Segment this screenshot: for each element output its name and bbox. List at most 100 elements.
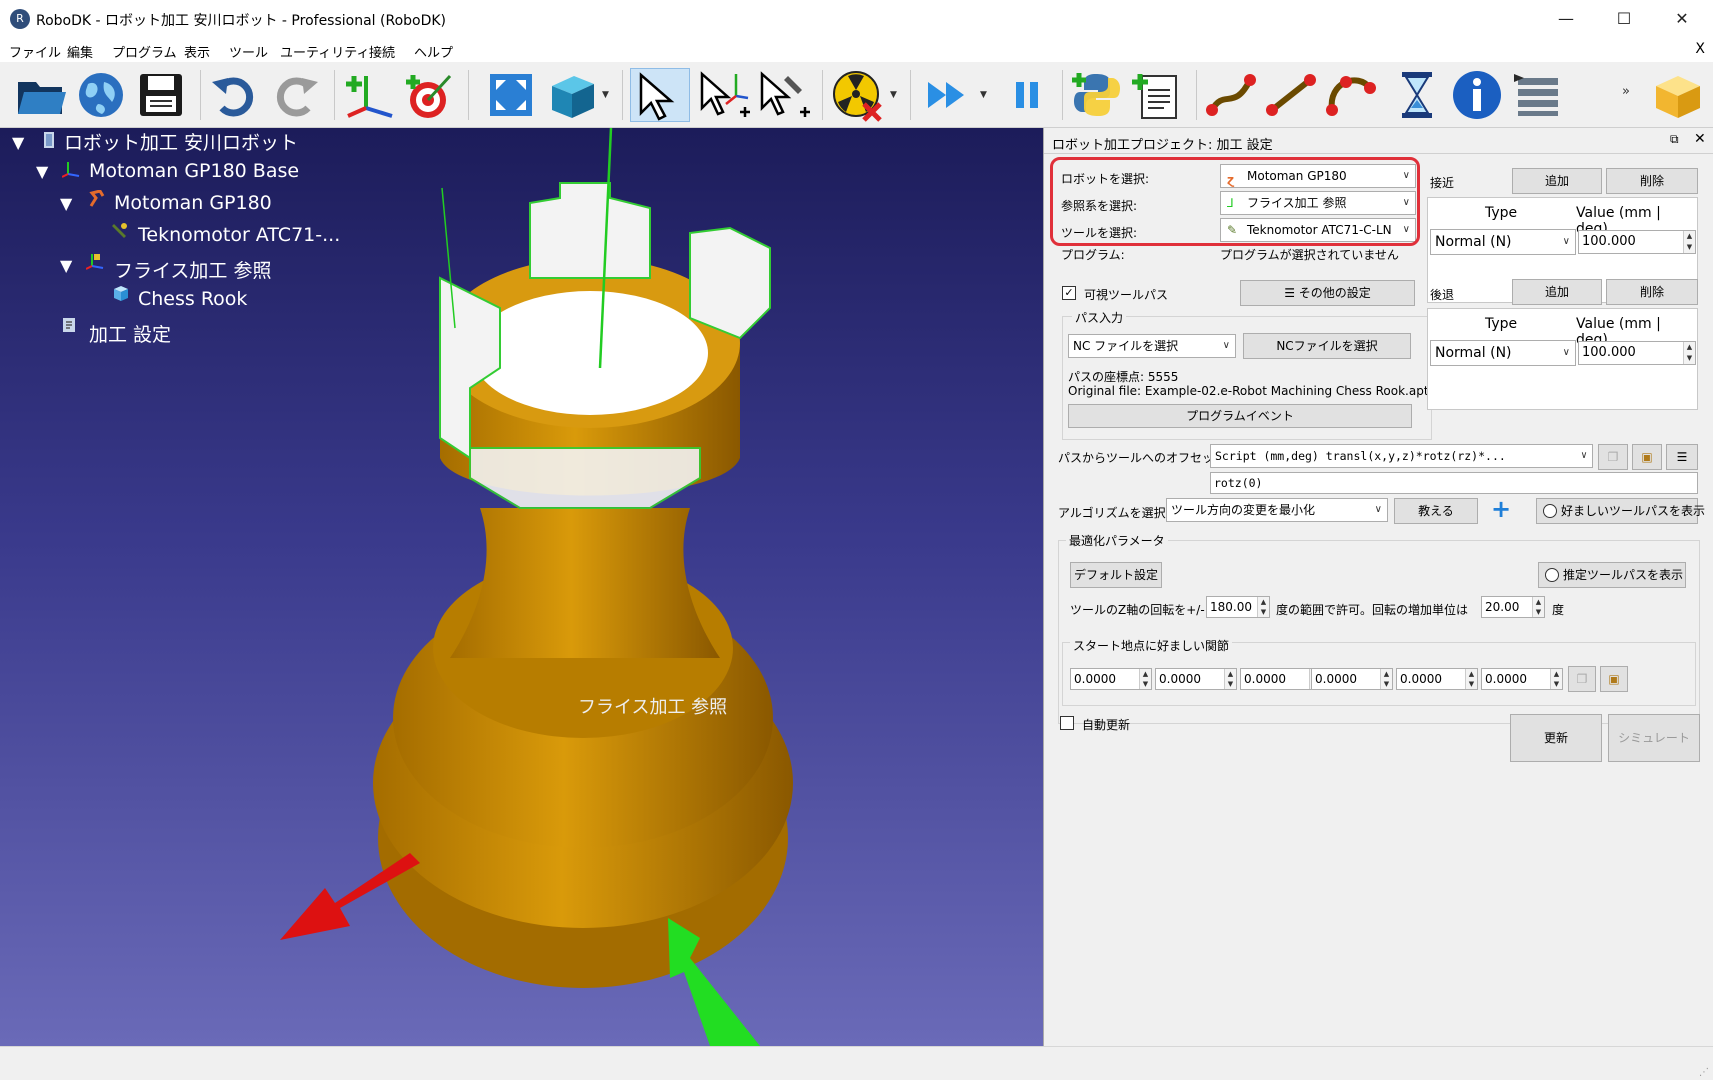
- maximize-button[interactable]: ☐: [1595, 0, 1653, 38]
- tree-expand-icon[interactable]: ▼: [60, 256, 72, 275]
- spin-buttons-icon[interactable]: ▲▼: [1380, 669, 1392, 689]
- simulate-button[interactable]: シミュレート: [1608, 714, 1700, 762]
- menu-utilities[interactable]: ユーティリティ: [280, 42, 369, 61]
- run-icon[interactable]: [920, 68, 974, 122]
- program-list-icon[interactable]: [1510, 68, 1564, 122]
- menu-help[interactable]: ヘルプ: [414, 42, 453, 61]
- joint-move-icon[interactable]: [1204, 68, 1258, 122]
- nc-file-select[interactable]: NC ファイルを選択 ∨: [1068, 334, 1236, 358]
- approach-delete-button[interactable]: 削除: [1606, 168, 1698, 194]
- retract-type-select[interactable]: Normal (N) ∨: [1430, 340, 1576, 366]
- menu-connect[interactable]: 接続: [369, 42, 395, 61]
- spin-buttons-icon[interactable]: ▲▼: [1139, 669, 1151, 689]
- resize-grip-icon[interactable]: ⋰: [1699, 1067, 1709, 1078]
- approach-value-input[interactable]: 100.000 ▲ ▼: [1578, 230, 1696, 254]
- view-box-icon[interactable]: [544, 68, 598, 122]
- move-tool-icon[interactable]: [756, 68, 810, 122]
- tree-item-object[interactable]: Chess Rook: [138, 288, 247, 310]
- spin-buttons-icon[interactable]: ▲▼: [1465, 669, 1477, 689]
- visible-toolpath-checkbox[interactable]: ✓: [1062, 286, 1076, 300]
- save-icon[interactable]: [134, 68, 188, 122]
- linear-move-icon[interactable]: [1264, 68, 1318, 122]
- joint-5-input[interactable]: 0.0000 ▲ ▼: [1396, 668, 1478, 690]
- other-settings-button[interactable]: ☰ その他の設定: [1240, 280, 1415, 306]
- tree-item-project[interactable]: 加工 設定: [89, 320, 171, 347]
- paste-offset-button[interactable]: ▣: [1632, 444, 1662, 470]
- joint-4-input[interactable]: 0.0000 ▲ ▼: [1311, 668, 1393, 690]
- tree-expand-icon[interactable]: ▼: [36, 162, 48, 181]
- algorithm-select[interactable]: ツール方向の変更を最小化 ∨: [1166, 498, 1388, 522]
- add-program-icon[interactable]: [1130, 68, 1184, 122]
- show-estimated-toolpath-button[interactable]: 推定ツールパスを表示: [1538, 562, 1686, 588]
- menu-program[interactable]: プログラム: [112, 42, 177, 61]
- tree-item-base[interactable]: Motoman GP180 Base: [89, 160, 299, 182]
- globe-icon[interactable]: [74, 68, 128, 122]
- joint-2-input[interactable]: 0.0000 ▲ ▼: [1155, 668, 1237, 690]
- copy-joints-button[interactable]: ❐: [1568, 666, 1596, 692]
- joint-6-input[interactable]: 0.0000 ▲ ▼: [1481, 668, 1563, 690]
- add-target-icon[interactable]: [402, 68, 456, 122]
- package-icon[interactable]: [1650, 68, 1704, 122]
- select-nc-file-button[interactable]: NCファイルを選択: [1243, 333, 1411, 359]
- program-events-button[interactable]: プログラムイベント: [1068, 404, 1412, 428]
- paste-joints-button[interactable]: ▣: [1600, 666, 1628, 692]
- menu-tools[interactable]: ツール: [229, 42, 268, 61]
- add-reference-icon[interactable]: [342, 68, 396, 122]
- pause-hourglass-icon[interactable]: [1390, 68, 1444, 122]
- rotation-step-input[interactable]: 20.00 ▲ ▼: [1481, 596, 1545, 618]
- menu-edit[interactable]: 編集: [67, 42, 93, 61]
- joint-3-input[interactable]: 0.0000▲▼: [1240, 668, 1322, 690]
- retract-add-button[interactable]: 追加: [1512, 279, 1602, 305]
- circular-move-icon[interactable]: [1324, 68, 1378, 122]
- add-icon[interactable]: +: [1491, 495, 1511, 523]
- approach-type-select[interactable]: Normal (N) ∨: [1430, 229, 1576, 255]
- fit-all-icon[interactable]: [484, 68, 538, 122]
- open-icon[interactable]: [14, 68, 68, 122]
- spin-buttons-icon[interactable]: ▲▼: [1257, 597, 1269, 617]
- spin-buttons-icon[interactable]: ▲▼: [1532, 597, 1544, 617]
- rotation-range-input[interactable]: 180.00 ▲ ▼: [1206, 596, 1270, 618]
- auto-update-checkbox[interactable]: [1060, 716, 1074, 730]
- default-settings-button[interactable]: デフォルト設定: [1070, 562, 1162, 588]
- redo-icon[interactable]: [268, 68, 322, 122]
- tree-item-frame[interactable]: フライス加工 参照: [114, 256, 271, 283]
- joint-1-input[interactable]: 0.0000 ▲ ▼: [1070, 668, 1152, 690]
- select-button[interactable]: [630, 68, 690, 122]
- offset-input[interactable]: rotz(0): [1210, 472, 1698, 494]
- spin-buttons-icon[interactable]: ▲▼: [1550, 669, 1562, 689]
- run-dropdown-icon[interactable]: ▼: [980, 90, 987, 100]
- close-document-button[interactable]: X: [1695, 41, 1705, 57]
- spin-buttons-icon[interactable]: ▲▼: [1683, 231, 1695, 253]
- update-button[interactable]: 更新: [1510, 714, 1602, 762]
- tree-item-tool[interactable]: Teknomotor ATC71-...: [138, 224, 340, 246]
- collision-icon[interactable]: [830, 68, 884, 122]
- menu-file[interactable]: ファイル: [9, 42, 61, 61]
- teach-button[interactable]: 教える: [1394, 498, 1478, 524]
- show-preferred-toolpath-button[interactable]: 好ましいツールパスを表示: [1536, 498, 1705, 524]
- tree-expand-icon[interactable]: ▼: [12, 133, 24, 152]
- move-reference-icon[interactable]: [696, 68, 750, 122]
- toolbar-overflow-button[interactable]: »: [1622, 84, 1630, 99]
- collision-dropdown-icon[interactable]: ▼: [890, 90, 897, 100]
- tree-item-station[interactable]: ロボット加工 安川ロボット: [64, 128, 298, 155]
- approach-add-button[interactable]: 追加: [1512, 168, 1602, 194]
- minimize-button[interactable]: —: [1537, 0, 1595, 38]
- panel-close-icon[interactable]: ✕: [1694, 131, 1706, 147]
- menu-view[interactable]: 表示: [184, 42, 210, 61]
- spin-buttons-icon[interactable]: ▲▼: [1224, 669, 1236, 689]
- tree-expand-icon[interactable]: ▼: [60, 194, 72, 213]
- pause-icon[interactable]: [1000, 68, 1054, 122]
- retract-value-input[interactable]: 100.000 ▲ ▼: [1578, 341, 1696, 365]
- spin-buttons-icon[interactable]: ▲▼: [1683, 342, 1695, 364]
- python-icon[interactable]: [1070, 68, 1124, 122]
- tree-item-robot[interactable]: Motoman GP180: [114, 192, 272, 214]
- offset-script-select[interactable]: Script (mm,deg) transl(x,y,z)*rotz(rz)*.…: [1210, 444, 1593, 468]
- undock-icon[interactable]: ⧉: [1670, 132, 1679, 147]
- retract-delete-button[interactable]: 削除: [1606, 279, 1698, 305]
- view-dropdown-icon[interactable]: ▼: [602, 90, 609, 100]
- info-icon[interactable]: [1450, 68, 1504, 122]
- copy-offset-button[interactable]: ❐: [1598, 444, 1628, 470]
- close-button[interactable]: ✕: [1653, 0, 1711, 38]
- undo-icon[interactable]: [208, 68, 262, 122]
- offset-menu-button[interactable]: ☰: [1666, 444, 1698, 470]
